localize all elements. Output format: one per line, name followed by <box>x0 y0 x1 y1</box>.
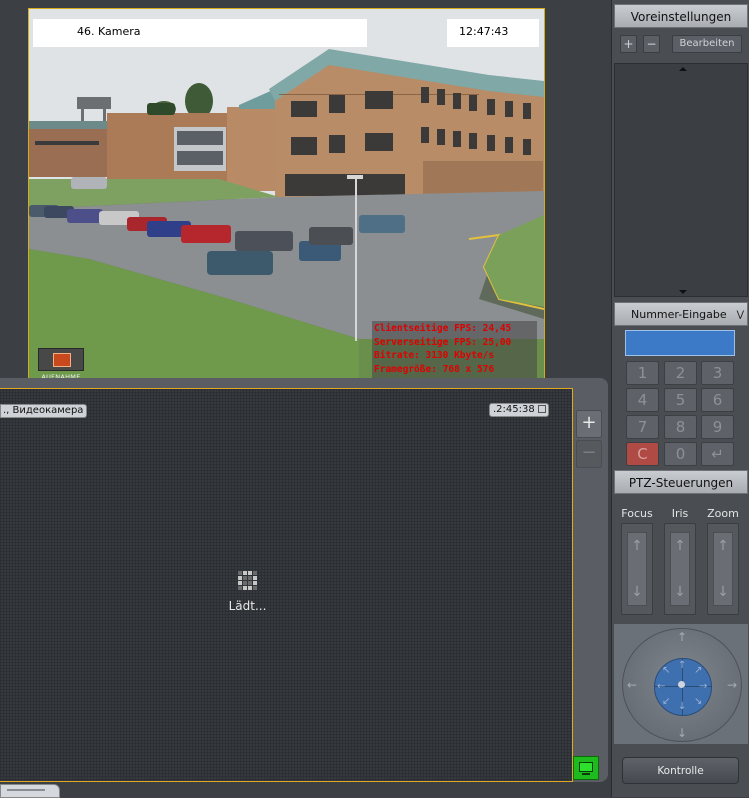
camera-second-view[interactable]: ., Видеокамера .2:45:38 Lädt... <box>0 388 573 782</box>
camera-second-time: .2:45:38 <box>489 403 549 417</box>
zoom-label: Zoom <box>707 507 739 520</box>
focus-label: Focus <box>621 507 653 520</box>
number-input-header[interactable]: Nummer-Eingabe ⋁ <box>614 302 748 326</box>
remove-preset-button[interactable]: − <box>643 35 660 53</box>
presets-toolbar: + − Bearbeiten <box>614 32 748 56</box>
ptz-joystick-area: ↑ ↓ ← → ↑ ↓ ← → ↖ ↗ ↙ ↘ <box>614 624 748 744</box>
camera-main-title: 46. Kamera <box>77 25 141 38</box>
zoom-in-button[interactable]: + <box>576 410 602 438</box>
ptz-iris: Iris ↑ ↓ <box>663 507 697 615</box>
add-preset-button[interactable]: + <box>620 35 637 53</box>
loading-indicator: Lädt... <box>220 571 275 614</box>
ptz-zoom: Zoom ↑ ↓ <box>706 507 740 615</box>
chevron-double-down-icon[interactable]: ⋁ <box>737 303 744 327</box>
arrow-left-icon[interactable]: ← <box>627 679 637 691</box>
joystick-dot <box>678 681 685 688</box>
bottom-tab[interactable] <box>0 784 60 798</box>
arrow-up-icon[interactable]: ↑ <box>671 539 689 553</box>
arrow-up-icon[interactable]: ↑ <box>628 539 646 553</box>
ptz-header[interactable]: PTZ-Steuerungen <box>614 470 748 494</box>
arrow-down-icon[interactable]: ↓ <box>671 585 689 599</box>
key-5[interactable]: 5 <box>664 388 697 412</box>
presets-list[interactable] <box>614 63 748 297</box>
arrow-up-left-icon[interactable]: ↖ <box>662 665 670 677</box>
control-button[interactable]: Kontrolle <box>622 757 739 784</box>
focus-slider[interactable]: ↑ ↓ <box>621 523 653 615</box>
right-panel: Voreinstellungen + − Bearbeiten Nummer-E… <box>611 0 749 797</box>
stream-stats: Clientseitige FPS: 24,45 Serverseitige F… <box>372 321 537 379</box>
iris-slider[interactable]: ↑ ↓ <box>664 523 696 615</box>
zoom-out-button[interactable]: − <box>576 440 602 468</box>
number-input-header-label: Nummer-Eingabe <box>631 308 727 321</box>
scroll-up-icon[interactable] <box>679 67 687 71</box>
key-3[interactable]: 3 <box>701 361 734 385</box>
arrow-up-right-icon[interactable]: ↗ <box>694 665 702 677</box>
arrow-right-icon[interactable]: → <box>699 681 707 693</box>
stats-frame-size: Framegröße: 768 x 576 <box>374 363 495 375</box>
zoom-slider[interactable]: ↑ ↓ <box>707 523 739 615</box>
record-icon[interactable] <box>38 348 84 371</box>
key-6[interactable]: 6 <box>701 388 734 412</box>
camera-main-time: 12:47:43 <box>459 25 509 38</box>
camera-second-time-text: .2:45:38 <box>493 404 535 415</box>
key-7[interactable]: 7 <box>626 415 659 439</box>
key-9[interactable]: 9 <box>701 415 734 439</box>
arrow-down-icon[interactable]: ↓ <box>677 727 687 739</box>
arrow-up-icon[interactable]: ↑ <box>678 660 686 672</box>
close-icon[interactable] <box>537 405 546 413</box>
arrow-up-icon[interactable]: ↑ <box>677 631 687 643</box>
camera-second-name: ., Видеокамера <box>0 404 88 418</box>
ptz-joystick[interactable]: ↑ ↓ ← → ↑ ↓ ← → ↖ ↗ ↙ ↘ <box>622 628 742 742</box>
key-4[interactable]: 4 <box>626 388 659 412</box>
loading-text: Lädt... <box>228 599 267 613</box>
key-2[interactable]: 2 <box>664 361 697 385</box>
arrow-down-icon[interactable]: ↓ <box>628 585 646 599</box>
key-8[interactable]: 8 <box>664 415 697 439</box>
arrow-down-icon[interactable]: ↓ <box>714 585 732 599</box>
camera-main-view[interactable]: 46. Kamera 12:47:43 Clientseitige FPS: 2… <box>28 8 545 384</box>
ptz-focus: Focus ↑ ↓ <box>620 507 654 615</box>
stats-server-fps: Serverseitige FPS: 25,00 <box>374 336 512 348</box>
key-clear[interactable]: C <box>626 442 659 466</box>
key-1[interactable]: 1 <box>626 361 659 385</box>
arrow-down-icon[interactable]: ↓ <box>678 701 686 713</box>
iris-label: Iris <box>671 507 689 520</box>
arrow-down-left-icon[interactable]: ↙ <box>662 696 670 708</box>
scroll-down-icon[interactable] <box>679 290 687 294</box>
monitor-icon[interactable] <box>573 756 599 780</box>
arrow-up-icon[interactable]: ↑ <box>714 539 732 553</box>
arrow-down-right-icon[interactable]: ↘ <box>694 696 702 708</box>
record-control[interactable]: AUFNAHME <box>38 348 84 381</box>
key-0[interactable]: 0 <box>664 442 697 466</box>
loading-icon <box>238 571 257 590</box>
key-enter[interactable]: ↵ <box>701 442 734 466</box>
arrow-right-icon[interactable]: → <box>727 679 737 691</box>
arrow-left-icon[interactable]: ← <box>657 681 665 693</box>
presets-header[interactable]: Voreinstellungen <box>614 4 748 28</box>
number-display[interactable] <box>625 330 735 356</box>
edit-presets-button[interactable]: Bearbeiten <box>672 35 742 53</box>
stats-bitrate: Bitrate: 3130 Kbyte/s <box>374 350 495 361</box>
stats-client-fps: Clientseitige FPS: 24,45 <box>374 323 512 334</box>
